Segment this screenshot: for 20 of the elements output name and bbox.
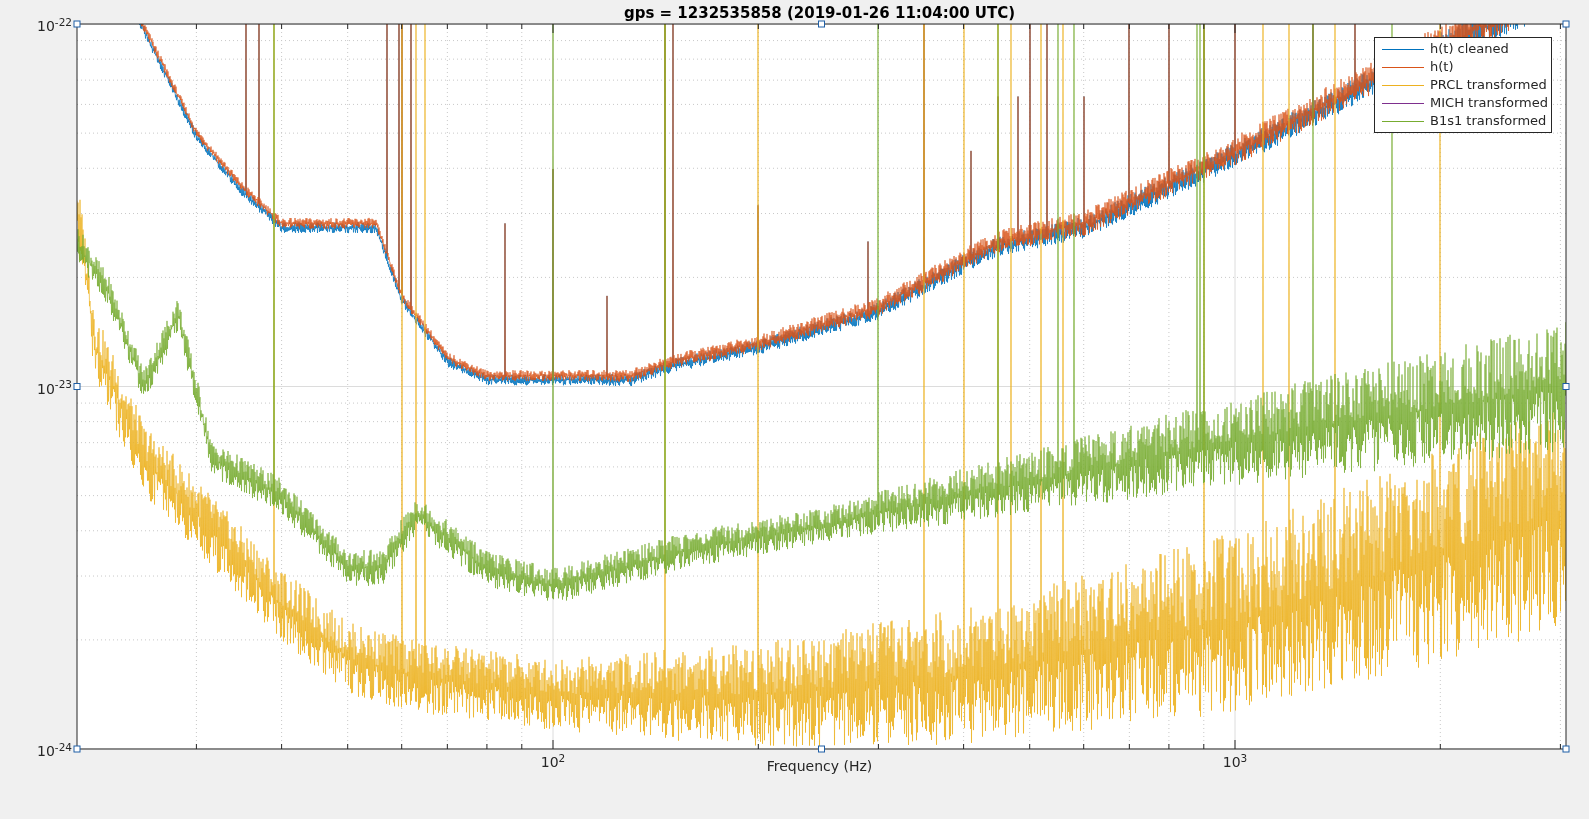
y-tick-label: 10$^{-22}$ <box>37 19 72 33</box>
selection-handle[interactable] <box>73 20 81 28</box>
selection-handle[interactable] <box>73 383 81 390</box>
selection-handle[interactable] <box>1562 20 1570 28</box>
y-tick-label: 10$^{-23}$ <box>37 381 72 396</box>
legend-label: PRCL transformed <box>1430 76 1547 95</box>
selection-handle[interactable] <box>73 745 81 753</box>
selection-handle[interactable] <box>818 745 825 753</box>
legend-label: h(t) cleaned <box>1430 40 1509 59</box>
x-axis-label: Frequency (Hz) <box>766 757 873 776</box>
selection-handle[interactable] <box>1562 745 1570 753</box>
legend-label: h(t) <box>1430 58 1454 77</box>
selection-handle[interactable] <box>1562 383 1570 390</box>
selection-handle[interactable] <box>818 20 825 28</box>
plot-title: gps = 1232535858 (2019-01-26 11:04:00 UTC) <box>623 3 1016 24</box>
x-tick-label: 10$^{3}$ <box>1222 755 1248 769</box>
legend-label: MICH transformed <box>1430 94 1548 113</box>
y-tick-label: 10$^{-24}$ <box>37 744 72 758</box>
x-tick-label: 10$^{2}$ <box>540 755 566 769</box>
legend-label: B1s1 transformed <box>1430 112 1547 131</box>
